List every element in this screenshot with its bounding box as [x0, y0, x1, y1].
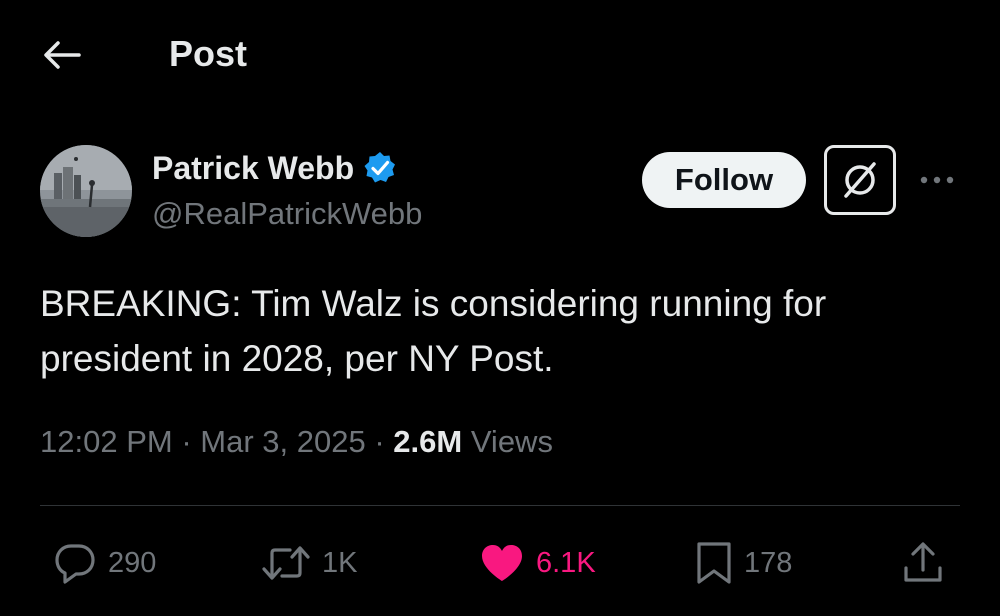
post-date[interactable]: Mar 3, 2025 — [200, 424, 365, 459]
display-name-text: Patrick Webb — [152, 150, 355, 186]
bookmark-button[interactable]: 178 — [694, 540, 792, 586]
arrow-left-icon — [42, 40, 82, 70]
repost-icon — [260, 541, 312, 585]
repost-count: 1K — [322, 546, 358, 579]
author-handle[interactable]: @RealPatrickWebb — [152, 194, 422, 234]
post-meta: 12:02 PM · Mar 3, 2025 · 2.6M Views — [40, 420, 553, 464]
bookmark-count: 178 — [744, 546, 793, 579]
reply-icon — [52, 541, 98, 585]
more-dots-icon — [919, 175, 955, 185]
reply-count: 290 — [108, 546, 157, 579]
verified-badge-icon — [362, 150, 398, 186]
repost-button[interactable]: 1K — [260, 540, 357, 586]
reply-button[interactable]: 290 — [52, 540, 156, 586]
heart-icon — [478, 541, 526, 585]
views-count[interactable]: 2.6M — [393, 424, 462, 459]
like-button[interactable]: 6.1K — [478, 540, 596, 586]
more-options-button[interactable] — [914, 166, 960, 194]
page-title: Post — [169, 33, 248, 74]
post-text: BREAKING: Tim Walz is considering runnin… — [40, 283, 827, 379]
share-button[interactable] — [900, 540, 946, 586]
follow-button[interactable]: Follow — [642, 152, 806, 208]
share-icon — [900, 540, 946, 586]
views-label[interactable]: Views — [471, 424, 553, 459]
grok-button[interactable] — [824, 145, 896, 215]
meta-separator: · — [374, 424, 394, 459]
top-bar: Post — [0, 0, 1000, 110]
meta-separator: · — [181, 424, 201, 459]
divider — [40, 505, 960, 506]
author-name[interactable]: Patrick Webb — [152, 148, 398, 188]
like-count: 6.1K — [536, 546, 596, 579]
post-time[interactable]: 12:02 PM — [40, 424, 173, 459]
back-button[interactable] — [40, 36, 84, 74]
avatar[interactable] — [40, 145, 132, 237]
grok-icon — [838, 158, 882, 202]
bookmark-icon — [694, 540, 734, 586]
